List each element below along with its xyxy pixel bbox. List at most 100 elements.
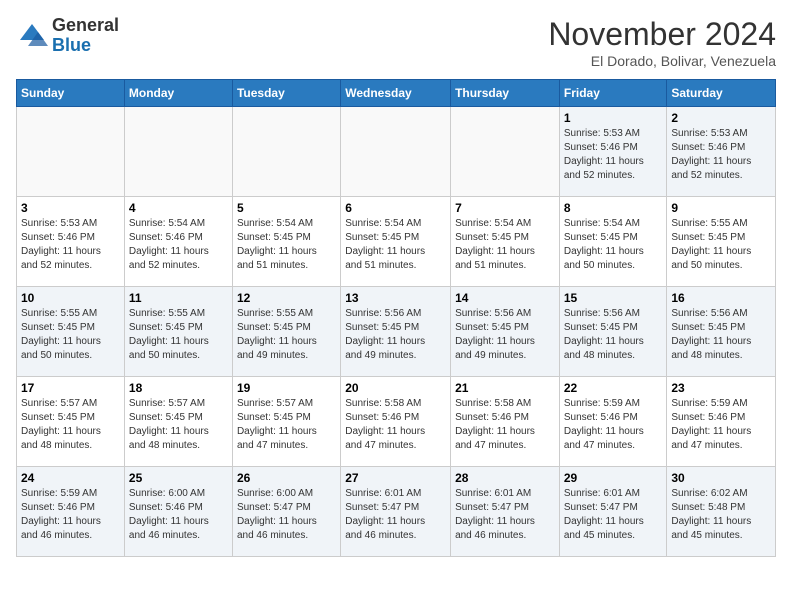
day-number: 20 [345, 381, 446, 395]
day-info: Sunrise: 5:55 AM Sunset: 5:45 PM Dayligh… [237, 307, 336, 363]
day-number: 6 [345, 201, 446, 215]
day-info: Sunrise: 5:53 AM Sunset: 5:46 PM Dayligh… [671, 127, 771, 183]
calendar-day-cell: 19 Sunrise: 5:57 AM Sunset: 5:45 PM Dayli… [232, 377, 340, 467]
day-info: Sunrise: 5:58 AM Sunset: 5:46 PM Dayligh… [455, 397, 555, 453]
day-info: Sunrise: 6:02 AM Sunset: 5:48 PM Dayligh… [671, 487, 771, 543]
calendar-table: SundayMondayTuesdayWednesdayThursdayFrid… [16, 79, 776, 557]
calendar-day-cell: 26Sunrise: 6:00 AM Sunset: 5:47 PM Dayli… [232, 467, 340, 557]
calendar-day-cell: 8 Sunrise: 5:54 AM Sunset: 5:45 PM Daylig… [559, 197, 667, 287]
day-info: Sunrise: 5:54 AM Sunset: 5:45 PM Dayligh… [564, 217, 663, 273]
calendar-day-cell: 3 Sunrise: 5:53 AM Sunset: 5:46 PM Daylig… [17, 197, 125, 287]
day-number: 12 [237, 291, 336, 305]
day-number: 24 [21, 471, 120, 485]
day-info: Sunrise: 5:56 AM Sunset: 5:45 PM Dayligh… [671, 307, 771, 363]
calendar-day-cell: 21 Sunrise: 5:58 AM Sunset: 5:46 PM Dayli… [451, 377, 560, 467]
calendar-day-cell: 29 Sunrise: 6:01 AM Sunset: 5:47 PM Dayli… [559, 467, 667, 557]
day-info: Sunrise: 5:59 AM Sunset: 5:46 PM Dayligh… [671, 397, 771, 453]
day-info: Sunrise: 5:54 AM Sunset: 5:45 PM Dayligh… [455, 217, 555, 273]
weekday-header-friday: Friday [559, 80, 667, 107]
location-text: El Dorado, Bolivar, Venezuela [548, 53, 776, 69]
calendar-day-cell: 27Sunrise: 6:01 AM Sunset: 5:47 PM Dayli… [341, 467, 451, 557]
day-info: Sunrise: 5:59 AM Sunset: 5:46 PM Dayligh… [21, 487, 120, 543]
day-number: 15 [564, 291, 663, 305]
calendar-day-cell [17, 107, 125, 197]
day-info: Sunrise: 5:59 AM Sunset: 5:46 PM Dayligh… [564, 397, 663, 453]
logo-blue-text: Blue [52, 36, 119, 56]
calendar-day-cell: 9 Sunrise: 5:55 AM Sunset: 5:45 PM Daylig… [667, 197, 776, 287]
day-info: Sunrise: 5:54 AM Sunset: 5:45 PM Dayligh… [237, 217, 336, 273]
day-info: Sunrise: 5:57 AM Sunset: 5:45 PM Dayligh… [21, 397, 120, 453]
weekday-header-thursday: Thursday [451, 80, 560, 107]
day-number: 16 [671, 291, 771, 305]
calendar-day-cell: 1 Sunrise: 5:53 AM Sunset: 5:46 PM Daylig… [559, 107, 667, 197]
calendar-day-cell: 25 Sunrise: 6:00 AM Sunset: 5:46 PM Dayli… [124, 467, 232, 557]
day-number: 25 [129, 471, 228, 485]
day-info: Sunrise: 6:00 AM Sunset: 5:46 PM Dayligh… [129, 487, 228, 543]
day-info: Sunrise: 5:56 AM Sunset: 5:45 PM Dayligh… [564, 307, 663, 363]
calendar-day-cell [232, 107, 340, 197]
day-number: 9 [671, 201, 771, 215]
day-info: Sunrise: 5:56 AM Sunset: 5:45 PM Dayligh… [345, 307, 446, 363]
day-number: 1 [564, 111, 663, 125]
calendar-week-row: 17Sunrise: 5:57 AM Sunset: 5:45 PM Dayli… [17, 377, 776, 467]
day-number: 4 [129, 201, 228, 215]
calendar-day-cell: 10Sunrise: 5:55 AM Sunset: 5:45 PM Dayli… [17, 287, 125, 377]
calendar-day-cell: 2Sunrise: 5:53 AM Sunset: 5:46 PM Daylig… [667, 107, 776, 197]
month-year-title: November 2024 [548, 16, 776, 53]
logo-general-text: General [52, 16, 119, 36]
calendar-day-cell: 13 Sunrise: 5:56 AM Sunset: 5:45 PM Dayli… [341, 287, 451, 377]
day-number: 19 [237, 381, 336, 395]
day-number: 23 [671, 381, 771, 395]
calendar-day-cell: 14 Sunrise: 5:56 AM Sunset: 5:45 PM Dayli… [451, 287, 560, 377]
day-info: Sunrise: 5:53 AM Sunset: 5:46 PM Dayligh… [21, 217, 120, 273]
day-info: Sunrise: 5:54 AM Sunset: 5:46 PM Dayligh… [129, 217, 228, 273]
calendar-day-cell: 5 Sunrise: 5:54 AM Sunset: 5:45 PM Daylig… [232, 197, 340, 287]
day-number: 7 [455, 201, 555, 215]
calendar-day-cell: 24 Sunrise: 5:59 AM Sunset: 5:46 PM Dayli… [17, 467, 125, 557]
day-info: Sunrise: 6:01 AM Sunset: 5:47 PM Dayligh… [455, 487, 555, 543]
day-info: Sunrise: 5:55 AM Sunset: 5:45 PM Dayligh… [21, 307, 120, 363]
day-number: 8 [564, 201, 663, 215]
day-number: 5 [237, 201, 336, 215]
day-number: 30 [671, 471, 771, 485]
day-number: 27 [345, 471, 446, 485]
calendar-week-row: 24 Sunrise: 5:59 AM Sunset: 5:46 PM Dayli… [17, 467, 776, 557]
day-info: Sunrise: 6:01 AM Sunset: 5:47 PM Dayligh… [564, 487, 663, 543]
day-info: Sunrise: 5:56 AM Sunset: 5:45 PM Dayligh… [455, 307, 555, 363]
weekday-header-sunday: Sunday [17, 80, 125, 107]
day-info: Sunrise: 5:55 AM Sunset: 5:45 PM Dayligh… [671, 217, 771, 273]
day-info: Sunrise: 5:57 AM Sunset: 5:45 PM Dayligh… [237, 397, 336, 453]
calendar-day-cell: 30 Sunrise: 6:02 AM Sunset: 5:48 PM Dayli… [667, 467, 776, 557]
day-info: Sunrise: 5:53 AM Sunset: 5:46 PM Dayligh… [564, 127, 663, 183]
weekday-header-tuesday: Tuesday [232, 80, 340, 107]
calendar-day-cell [124, 107, 232, 197]
calendar-day-cell: 16 Sunrise: 5:56 AM Sunset: 5:45 PM Dayli… [667, 287, 776, 377]
day-number: 28 [455, 471, 555, 485]
day-info: Sunrise: 5:55 AM Sunset: 5:45 PM Dayligh… [129, 307, 228, 363]
calendar-week-row: 3 Sunrise: 5:53 AM Sunset: 5:46 PM Daylig… [17, 197, 776, 287]
calendar-day-cell: 6 Sunrise: 5:54 AM Sunset: 5:45 PM Daylig… [341, 197, 451, 287]
weekday-header-wednesday: Wednesday [341, 80, 451, 107]
day-number: 29 [564, 471, 663, 485]
calendar-day-cell: 28 Sunrise: 6:01 AM Sunset: 5:47 PM Dayli… [451, 467, 560, 557]
calendar-day-cell [341, 107, 451, 197]
day-number: 3 [21, 201, 120, 215]
weekday-header-monday: Monday [124, 80, 232, 107]
day-number: 22 [564, 381, 663, 395]
day-info: Sunrise: 5:57 AM Sunset: 5:45 PM Dayligh… [129, 397, 228, 453]
day-info: Sunrise: 5:58 AM Sunset: 5:46 PM Dayligh… [345, 397, 446, 453]
day-number: 13 [345, 291, 446, 305]
calendar-day-cell: 17Sunrise: 5:57 AM Sunset: 5:45 PM Dayli… [17, 377, 125, 467]
calendar-day-cell: 18 Sunrise: 5:57 AM Sunset: 5:45 PM Dayli… [124, 377, 232, 467]
day-info: Sunrise: 5:54 AM Sunset: 5:45 PM Dayligh… [345, 217, 446, 273]
calendar-week-row: 1 Sunrise: 5:53 AM Sunset: 5:46 PM Daylig… [17, 107, 776, 197]
calendar-day-cell: 20 Sunrise: 5:58 AM Sunset: 5:46 PM Dayli… [341, 377, 451, 467]
page-header: General Blue November 2024 El Dorado, Bo… [16, 16, 776, 69]
calendar-day-cell: 12 Sunrise: 5:55 AM Sunset: 5:45 PM Dayli… [232, 287, 340, 377]
day-number: 21 [455, 381, 555, 395]
day-number: 14 [455, 291, 555, 305]
title-section: November 2024 El Dorado, Bolivar, Venezu… [548, 16, 776, 69]
day-number: 18 [129, 381, 228, 395]
logo: General Blue [16, 16, 119, 56]
day-number: 26 [237, 471, 336, 485]
